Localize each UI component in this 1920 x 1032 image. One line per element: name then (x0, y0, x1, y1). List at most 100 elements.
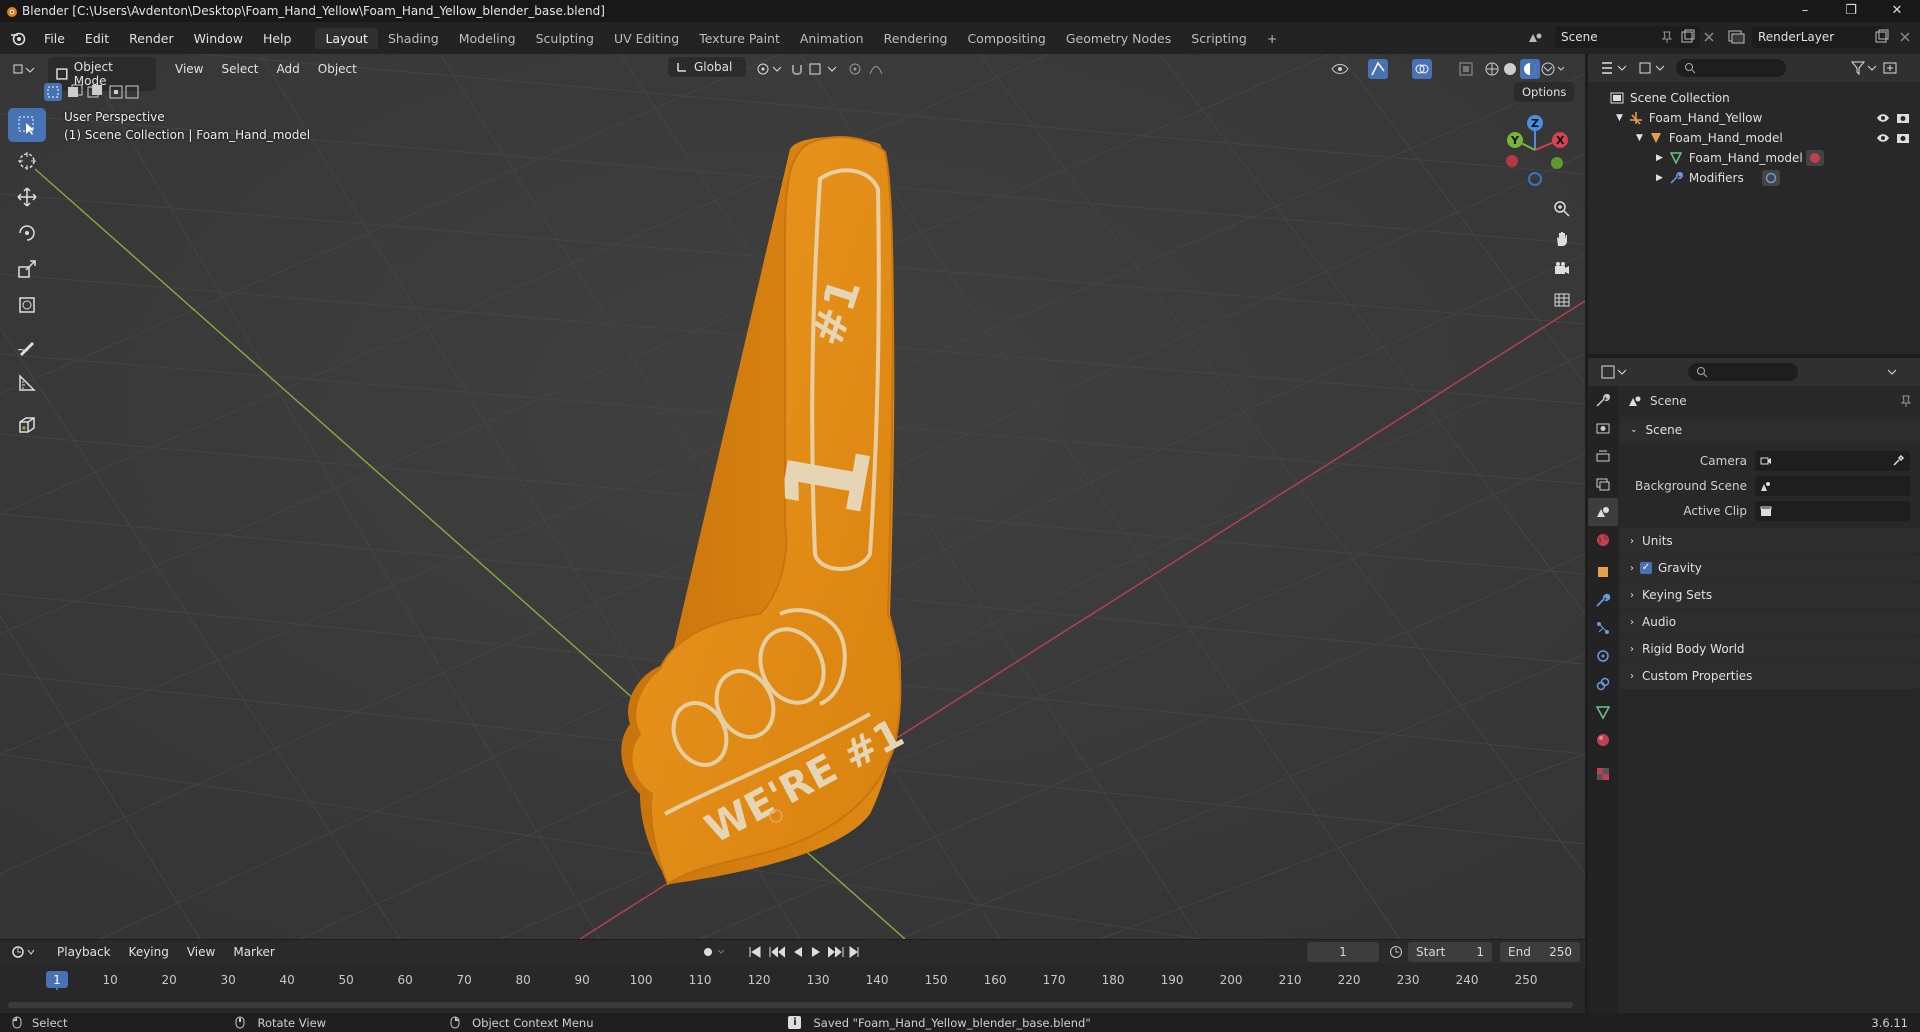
object-visibility-icon[interactable] (1330, 61, 1360, 77)
close-window-button[interactable]: ✕ (1874, 0, 1920, 22)
menu-window[interactable]: Window (184, 31, 253, 46)
tab-texture-paint[interactable]: Texture Paint (689, 28, 790, 49)
tool-annotate[interactable] (8, 330, 46, 364)
tab-physics[interactable] (1588, 642, 1618, 670)
xray-toggle-icon[interactable] (1458, 61, 1474, 77)
active-clip-field[interactable] (1755, 500, 1910, 521)
menu-view[interactable]: View (166, 62, 212, 76)
render-camera-icon[interactable] (1896, 112, 1910, 124)
gizmo-toggle-icon[interactable] (1368, 59, 1404, 79)
menu-select[interactable]: Select (212, 62, 267, 76)
tool-rotate[interactable] (8, 216, 46, 250)
panel-custom-properties-header[interactable]: › Custom Properties (1620, 663, 1920, 689)
camera-field[interactable] (1755, 450, 1910, 471)
tab-modeling[interactable]: Modeling (449, 28, 526, 49)
preview-range-icon[interactable] (1389, 945, 1403, 959)
start-frame-field[interactable]: Start 1 (1408, 942, 1492, 962)
tab-rendering[interactable]: Rendering (874, 28, 958, 49)
render-layer-selector[interactable]: RenderLayer (1752, 26, 1882, 48)
navigation-gizmo[interactable]: Z Y X (1495, 110, 1575, 190)
view-layer-icon[interactable] (1728, 29, 1746, 45)
outliner-row-modifiers[interactable]: ▶ Modifiers (1588, 168, 1920, 188)
add-workspace-button[interactable]: + (1257, 28, 1287, 49)
outliner-row-scene-collection[interactable]: Scene Collection (1588, 88, 1920, 108)
options-button[interactable]: Options (1514, 82, 1575, 102)
menu-edit[interactable]: Edit (75, 31, 119, 46)
panel-rigid-body-world-header[interactable]: › Rigid Body World (1620, 636, 1920, 662)
outliner-editor-type-icon[interactable] (1600, 60, 1628, 76)
jump-start-icon[interactable] (749, 946, 761, 958)
pin-icon[interactable] (1900, 394, 1912, 408)
tab-view-layer[interactable] (1588, 470, 1618, 498)
delete-view-layer-icon[interactable] (1898, 30, 1912, 44)
panel-audio-header[interactable]: › Audio (1620, 609, 1920, 635)
tool-scale[interactable] (8, 252, 46, 286)
display-mode-icon[interactable] (1638, 60, 1666, 76)
eyedropper-icon[interactable] (1892, 454, 1904, 467)
timeline-editor-type-icon[interactable] (12, 944, 38, 960)
tab-data[interactable] (1588, 698, 1618, 726)
tab-particles[interactable] (1588, 614, 1618, 642)
filter-icon[interactable] (1850, 60, 1878, 76)
tab-shading[interactable]: Shading (378, 28, 449, 49)
new-collection-icon[interactable] (1882, 60, 1898, 76)
panel-units-header[interactable]: › Units (1620, 528, 1920, 554)
panel-scene-header[interactable]: ⌄ Scene (1620, 417, 1920, 443)
tab-scripting[interactable]: Scripting (1181, 28, 1257, 49)
menu-playback[interactable]: Playback (48, 945, 120, 959)
outliner-row-foam-hand-yellow[interactable]: ▼ Foam_Hand_Yellow (1588, 108, 1920, 128)
tab-constraints[interactable] (1588, 670, 1618, 698)
prev-keyframe-icon[interactable] (769, 946, 786, 958)
delete-scene-icon[interactable] (1702, 30, 1716, 44)
menu-marker[interactable]: Marker (224, 945, 283, 959)
transform-orientation-selector[interactable]: Global (668, 57, 746, 77)
outliner-row-foam-hand-model-object[interactable]: ▼ Foam_Hand_model (1588, 128, 1920, 148)
visibility-eye-icon[interactable] (1876, 112, 1890, 124)
record-keyframe-icon[interactable] (704, 948, 712, 956)
play-icon[interactable] (812, 947, 820, 957)
expand-arrow-icon[interactable]: ▶ (1656, 153, 1663, 163)
scene-icon[interactable] (1527, 30, 1543, 46)
perspective-toggle-button[interactable] (1548, 285, 1576, 313)
properties-editor-type-icon[interactable] (1600, 364, 1628, 380)
end-frame-field[interactable]: End 250 (1500, 942, 1580, 962)
render-camera-icon[interactable] (1896, 132, 1910, 144)
tab-modifiers[interactable] (1588, 586, 1618, 614)
menu-add[interactable]: Add (268, 62, 309, 76)
play-reverse-icon[interactable] (794, 947, 802, 957)
expand-arrow-icon[interactable]: ▼ (1636, 133, 1643, 143)
new-scene-icon[interactable] (1680, 29, 1696, 45)
tab-output[interactable] (1588, 442, 1618, 470)
proportional-editing-icon[interactable] (848, 61, 894, 77)
tab-animation[interactable]: Animation (790, 28, 874, 49)
tool-transform[interactable] (8, 288, 46, 322)
tab-render[interactable] (1588, 414, 1618, 442)
3d-viewport[interactable]: #1 1 WE'RE #1 (0, 54, 1585, 939)
viewport-scene[interactable]: #1 1 WE'RE #1 (0, 54, 1585, 939)
zoom-button[interactable] (1548, 195, 1576, 223)
tool-measure[interactable] (8, 366, 46, 400)
menu-help[interactable]: Help (253, 31, 302, 46)
menu-keying[interactable]: Keying (120, 945, 178, 959)
menu-file[interactable]: File (34, 31, 75, 46)
camera-view-button[interactable] (1548, 255, 1576, 283)
panel-gravity-header[interactable]: › ✓ Gravity (1620, 555, 1920, 581)
pivot-point-icon[interactable] (755, 61, 783, 77)
menu-render[interactable]: Render (119, 31, 184, 46)
tab-layout[interactable]: Layout (315, 27, 378, 49)
expand-arrow-icon[interactable]: ▶ (1656, 173, 1663, 183)
scene-selector[interactable]: Scene (1555, 26, 1700, 48)
tool-cursor[interactable] (8, 144, 46, 178)
frame-ruler[interactable]: 1 10 20 30 40 50 60 70 80 90 100 110 120 130 140 150 160… (0, 970, 1585, 990)
selection-mode-icons[interactable] (44, 82, 140, 102)
tab-scene[interactable] (1588, 498, 1618, 526)
outliner-search-field[interactable] (1676, 59, 1786, 77)
properties-search-field[interactable] (1688, 363, 1798, 381)
overlays-toggle-icon[interactable] (1412, 59, 1448, 79)
material-icon[interactable] (1806, 150, 1824, 166)
menu-object[interactable]: Object (309, 62, 366, 76)
tab-world[interactable] (1588, 526, 1618, 554)
background-scene-field[interactable] (1755, 475, 1910, 496)
gravity-checkbox[interactable]: ✓ (1640, 562, 1652, 574)
visibility-eye-icon[interactable] (1876, 132, 1890, 144)
